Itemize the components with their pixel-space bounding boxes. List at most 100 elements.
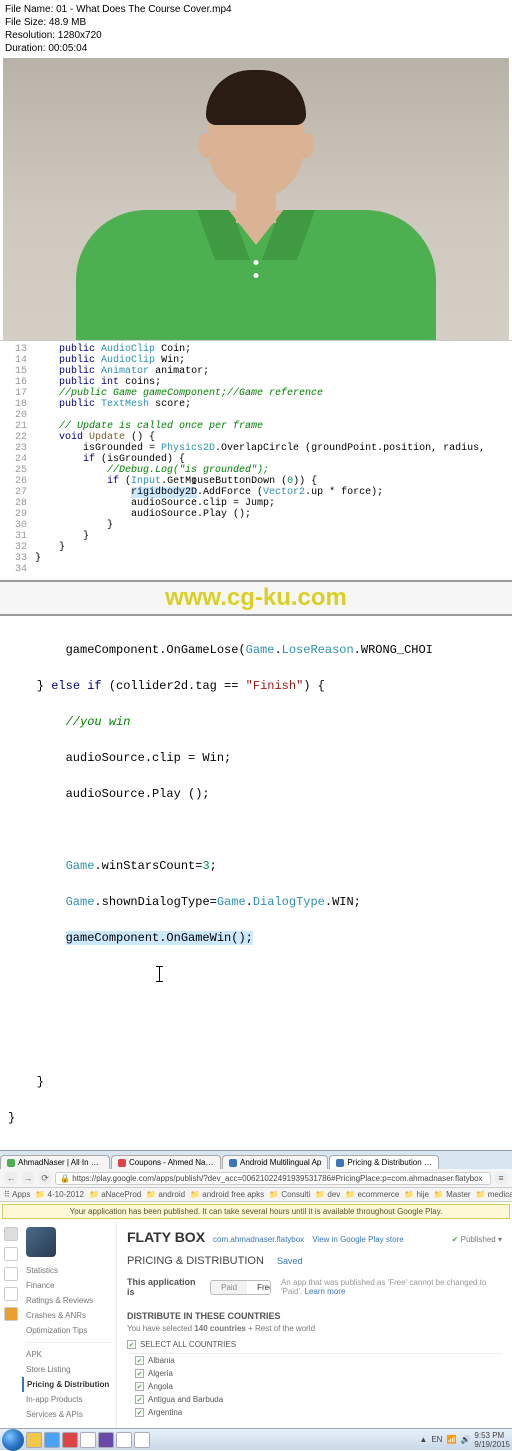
sidebar-item-ratings[interactable]: Ratings & Reviews <box>26 1293 112 1308</box>
bookmark[interactable]: 📁 Master <box>434 1190 471 1199</box>
network-icon[interactable]: 📶 <box>446 1435 456 1444</box>
sidebar-item-store-listing[interactable]: Store Listing <box>26 1362 112 1377</box>
language-indicator[interactable]: EN <box>431 1435 442 1444</box>
checkbox-icon[interactable]: ✔ <box>135 1356 144 1365</box>
file-metadata: File Name: 01 - What Does The Course Cov… <box>0 0 512 58</box>
distribute-heading: DISTRIBUTE IN THESE COUNTRIES <box>127 1311 502 1321</box>
taskbar-icon[interactable] <box>98 1432 114 1448</box>
rail-icon[interactable] <box>4 1247 18 1261</box>
code-editor-bottom[interactable]: gameComponent.OnGameLose(Game.LoseReason… <box>0 618 512 1150</box>
paid-free-toggle[interactable]: Paid Free <box>210 1280 271 1295</box>
country-row[interactable]: ✔Albania <box>135 1354 502 1367</box>
bookmark[interactable]: ⠿ Apps <box>4 1190 30 1199</box>
favicon-icon <box>7 1159 15 1167</box>
country-row[interactable]: ✔Angola <box>135 1380 502 1393</box>
rail-icon[interactable] <box>4 1227 18 1241</box>
sidebar-item-crashes[interactable]: Crashes & ANRs <box>26 1308 112 1323</box>
app-header: FLATY BOX com.ahmadnaser.flatybox View i… <box>127 1229 502 1245</box>
checkbox-icon[interactable]: ✔ <box>135 1369 144 1378</box>
check-icon: ✔ <box>452 1235 459 1244</box>
bookmark[interactable]: 📁 hije <box>404 1190 429 1199</box>
bookmark[interactable]: 📁 Consulti <box>269 1190 310 1199</box>
app-package: com.ahmadnaser.flatybox <box>213 1235 304 1244</box>
reload-button[interactable]: ⟳ <box>38 1171 52 1185</box>
country-row[interactable]: ✔Argentina <box>135 1406 502 1419</box>
bookmark[interactable]: 📁 android free apks <box>190 1190 264 1199</box>
save-status: Saved <box>277 1256 303 1266</box>
file-resolution: Resolution: 1280x720 <box>5 29 507 42</box>
rail-icon[interactable] <box>4 1267 18 1281</box>
file-duration: Duration: 00:05:04 <box>5 42 507 55</box>
bookmark[interactable]: 📁 android <box>146 1190 185 1199</box>
browser-window: AhmadNaser | All In One Coupons - Ahmed … <box>0 1150 512 1450</box>
sidebar-item-services[interactable]: Services & APIs <box>26 1407 112 1422</box>
pricing-row: This application is Paid Free An app tha… <box>127 1273 502 1301</box>
favicon-icon <box>336 1159 344 1167</box>
checkbox-icon[interactable]: ✔ <box>135 1395 144 1404</box>
learn-more-link[interactable]: Learn more <box>305 1287 346 1296</box>
sidebar: Statistics Finance Ratings & Reviews Cra… <box>22 1221 117 1428</box>
rail-icon[interactable] <box>4 1307 18 1321</box>
browser-tab[interactable]: Coupons - Ahmed Naser <box>111 1155 221 1169</box>
taskbar-icon[interactable] <box>62 1432 78 1448</box>
file-size: File Size: 48.9 MB <box>5 16 507 29</box>
bookmark[interactable]: 📁 ecommerce <box>345 1190 399 1199</box>
watermark-text: www.cg-ku.com <box>0 580 512 616</box>
favicon-icon <box>118 1159 126 1167</box>
start-button[interactable] <box>2 1429 24 1451</box>
country-row[interactable]: ✔Antigua and Barbuda <box>135 1393 502 1406</box>
bookmarks-bar: ⠿ Apps 📁 4-10-2012 📁 aNaceProd 📁 android… <box>0 1188 512 1202</box>
bookmark[interactable]: 📁 aNaceProd <box>89 1190 141 1199</box>
publish-status[interactable]: ✔ Published ▾ <box>452 1235 502 1244</box>
sidebar-item-statistics[interactable]: Statistics <box>26 1263 112 1278</box>
main-content: FLATY BOX com.ahmadnaser.flatybox View i… <box>117 1221 512 1428</box>
url-input[interactable]: 🔒 https://play.google.com/apps/publish/?… <box>55 1172 491 1185</box>
tab-strip: AhmadNaser | All In One Coupons - Ahmed … <box>0 1151 512 1169</box>
taskbar-icon[interactable] <box>44 1432 60 1448</box>
presenter-image <box>76 58 436 340</box>
sidebar-item-inapp[interactable]: In-app Products <box>26 1392 112 1407</box>
free-option[interactable]: Free <box>247 1281 271 1294</box>
checkbox-icon[interactable]: ✔ <box>135 1382 144 1391</box>
favicon-icon <box>229 1159 237 1167</box>
menu-button[interactable]: ≡ <box>494 1171 508 1185</box>
tray-icon[interactable]: ▲ <box>419 1435 427 1444</box>
taskbar-icon[interactable] <box>26 1432 42 1448</box>
pricing-note: An app that was published as 'Free' cann… <box>281 1278 502 1296</box>
clock[interactable]: 9:53 PM9/19/2015 <box>474 1431 510 1449</box>
browser-tab-active[interactable]: Pricing & Distribution - F <box>329 1155 439 1169</box>
taskbar-icon[interactable] <box>134 1432 150 1448</box>
taskbar-icon[interactable] <box>116 1432 132 1448</box>
rail-icon[interactable] <box>4 1287 18 1301</box>
video-thumbnail[interactable] <box>3 58 509 340</box>
paid-option[interactable]: Paid <box>211 1281 247 1294</box>
field-label: This application is <box>127 1277 200 1297</box>
sidebar-item-optimization[interactable]: Optimization Tips <box>26 1323 112 1338</box>
back-button[interactable]: ← <box>4 1171 18 1185</box>
taskbar-icon[interactable] <box>80 1432 96 1448</box>
forward-button[interactable]: → <box>21 1171 35 1185</box>
select-all-row[interactable]: ✔SELECT ALL COUNTRIES <box>127 1336 502 1354</box>
country-row[interactable]: ✔Algeria <box>135 1367 502 1380</box>
volume-icon[interactable]: 🔊 <box>460 1435 470 1444</box>
section-title: PRICING & DISTRIBUTION Saved <box>127 1255 502 1267</box>
publish-banner: Your application has been published. It … <box>2 1204 510 1219</box>
sidebar-item-finance[interactable]: Finance <box>26 1278 112 1293</box>
code-editor-top[interactable]: 13 public AudioClip Coin; 14 public Audi… <box>0 340 512 578</box>
checkbox-icon[interactable]: ✔ <box>127 1340 136 1349</box>
bookmark[interactable]: 📁 4-10-2012 <box>35 1190 84 1199</box>
address-bar: ← → ⟳ 🔒 https://play.google.com/apps/pub… <box>0 1169 512 1188</box>
text-cursor <box>159 966 160 982</box>
file-name: File Name: 01 - What Does The Course Cov… <box>5 3 507 16</box>
distribute-subtext: You have selected 140 countries + Rest o… <box>127 1324 502 1333</box>
sidebar-item-apk[interactable]: APK <box>26 1347 112 1362</box>
bookmark[interactable]: 📁 dev <box>315 1190 340 1199</box>
bookmark[interactable]: 📁 medical <box>476 1190 512 1199</box>
taskbar: ▲ EN 📶 🔊 9:53 PM9/19/2015 <box>0 1428 512 1450</box>
checkbox-icon[interactable]: ✔ <box>135 1408 144 1417</box>
sidebar-item-pricing[interactable]: Pricing & Distribution <box>22 1377 112 1392</box>
view-in-store-link[interactable]: View in Google Play store <box>312 1235 403 1244</box>
browser-tab[interactable]: AhmadNaser | All In One <box>0 1155 110 1169</box>
browser-tab[interactable]: Android Multilingual Ap <box>222 1155 328 1169</box>
app-title: FLATY BOX <box>127 1229 205 1245</box>
